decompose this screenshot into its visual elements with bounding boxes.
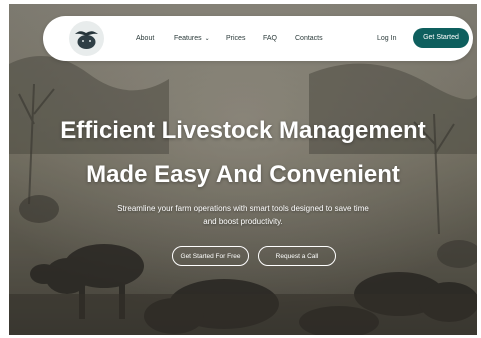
nav-faq-link[interactable]: FAQ bbox=[263, 16, 277, 61]
nav-contacts-link[interactable]: Contacts bbox=[295, 16, 323, 61]
page-frame: About Features ⌄ Prices FAQ Contacts Log … bbox=[9, 4, 477, 335]
nav-features-dropdown[interactable]: Features ⌄ bbox=[174, 16, 210, 61]
hero-title-line-2: Made Easy And Convenient bbox=[86, 161, 400, 188]
nav-prices-link[interactable]: Prices bbox=[226, 16, 245, 61]
top-navbar: About Features ⌄ Prices FAQ Contacts Log … bbox=[43, 16, 473, 61]
get-started-button[interactable]: Get Started bbox=[413, 28, 469, 48]
get-started-free-button[interactable]: Get Started For Free bbox=[172, 246, 249, 266]
buffalo-logo-icon[interactable] bbox=[69, 21, 104, 56]
hero-subtitle-line-1: Streamline your farm operations with sma… bbox=[117, 204, 369, 213]
hero-title-line-1: Efficient Livestock Management bbox=[60, 117, 426, 144]
hero-subtitle-line-2: and boost productivity. bbox=[203, 217, 283, 226]
chevron-down-icon: ⌄ bbox=[204, 36, 210, 42]
login-link[interactable]: Log In bbox=[377, 16, 396, 61]
nav-features-label: Features bbox=[174, 35, 202, 42]
request-call-button[interactable]: Request a Call bbox=[258, 246, 336, 266]
nav-about-link[interactable]: About bbox=[136, 16, 154, 61]
